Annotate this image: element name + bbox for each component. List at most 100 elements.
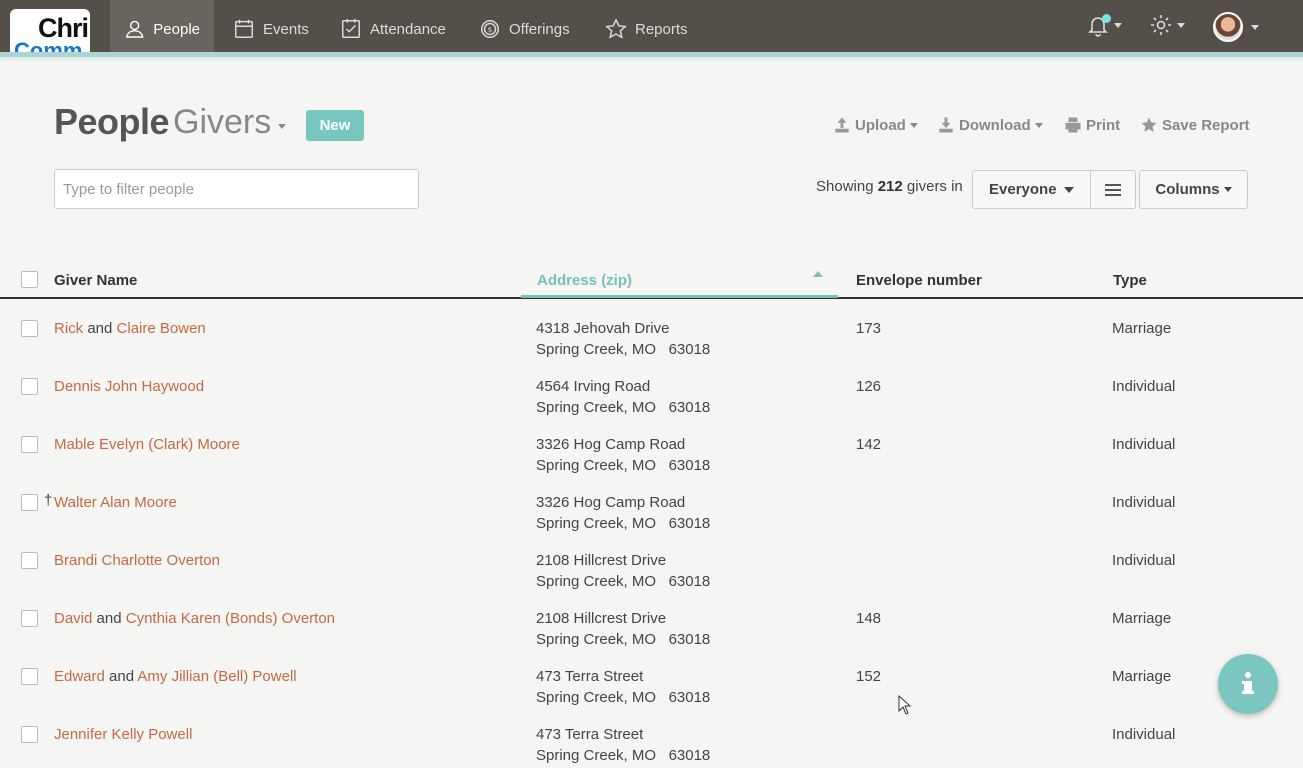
giver-name-link[interactable]: Amy Jillian (Bell) Powell [137,668,296,685]
address-street: 2108 Hillcrest Drive [536,552,667,569]
nav-people[interactable]: People [110,0,214,58]
address-city-zip: Spring Creek, MO 63018 [536,629,710,650]
nav-offerings[interactable]: $ Offerings [465,0,584,58]
address-city-zip: Spring Creek, MO 63018 [536,745,710,766]
info-icon [1242,672,1254,694]
giver-name-link[interactable]: Walter Alan Moore [54,494,177,511]
row-checkbox[interactable] [21,494,38,511]
avatar [1213,12,1243,42]
giver-name-link[interactable]: Brandi Charlotte Overton [54,552,220,569]
giver-name-link[interactable]: Rick [54,320,83,337]
address-city-zip: Spring Creek, MO 63018 [536,455,710,476]
giver-name-link[interactable]: Dennis John Haywood [54,378,204,395]
new-button[interactable]: New [306,110,364,141]
row-checkbox[interactable] [21,552,38,569]
top-nav-bar: Chri Comm People Events Attendance $ Off… [0,0,1303,58]
envelope-number-cell: 152 [856,668,882,685]
address-street: 473 Terra Street [536,726,644,743]
address-street: 4318 Jehovah Drive [536,320,670,337]
table-row: Mable Evelyn (Clark) Moore 3326 Hog Camp … [0,434,1303,492]
download-button[interactable]: Download [937,116,1043,134]
chevron-down-icon [1064,186,1074,193]
type-cell: Individual [1112,436,1176,453]
type-cell: Marriage [1112,610,1172,627]
address-city-zip: Spring Creek, MO 63018 [536,513,710,534]
table-row: Brandi Charlotte Overton 2108 Hillcrest D… [0,550,1303,608]
giver-name-link[interactable]: Jennifer Kelly Powell [54,726,192,743]
name-joiner: and [96,610,122,627]
row-checkbox[interactable] [21,610,38,627]
calendar-icon [235,19,253,38]
column-header-envelope-number[interactable]: Envelope number [856,272,982,289]
row-checkbox[interactable] [21,378,38,395]
giver-name-link[interactable]: Cynthia Karen (Bonds) Overton [126,610,335,627]
type-cell: Marriage [1112,320,1172,337]
giver-name-link[interactable]: Mable Evelyn (Clark) Moore [54,436,240,453]
printer-icon [1065,117,1081,133]
result-count: 212 [877,178,903,195]
name-joiner: and [109,668,135,685]
giver-name-link[interactable]: Edward [54,668,105,685]
giver-name-link[interactable]: David [54,610,92,627]
row-checkbox[interactable] [21,320,38,337]
columns-label: Columns [1155,181,1220,198]
summary-suffix: givers in [906,178,963,195]
sorted-column-indicator [521,295,838,298]
giver-name-link[interactable]: Claire Bowen [117,320,206,337]
chevron-down-icon[interactable] [278,124,286,129]
deceased-marker: † [44,492,53,509]
nav-reports[interactable]: Reports [591,0,702,58]
nav-shadow-stripe [0,57,1303,61]
giver-name-cell: Mable Evelyn (Clark) Moore [54,434,240,455]
nav-attendance-label: Attendance [370,20,446,38]
row-checkbox[interactable] [21,436,38,453]
address-city: Spring Creek, MO [536,631,657,648]
nav-events[interactable]: Events [219,0,323,58]
columns-button[interactable]: Columns [1139,170,1248,209]
address-zip: 63018 [668,515,711,532]
upload-button[interactable]: Upload [833,116,918,134]
address-cell: 2108 Hillcrest Drive Spring Creek, MO 630… [536,550,710,592]
nav-offerings-label: Offerings [509,20,570,38]
address-zip: 63018 [668,631,711,648]
svg-text:$: $ [488,25,493,34]
save-report-button[interactable]: Save Report [1140,116,1250,134]
notifications-button[interactable] [1086,12,1122,38]
column-header-giver-name[interactable]: Giver Name [54,272,137,289]
type-cell: Individual [1112,552,1176,569]
chevron-down-icon [1177,22,1185,28]
sort-ascending-icon [813,271,823,277]
app-logo[interactable]: Chri Comm [10,9,90,56]
results-summary: Showing 212 givers in [816,178,963,195]
list-view-button[interactable] [1091,170,1136,209]
user-menu-button[interactable] [1213,12,1259,42]
nav-people-label: People [153,20,200,38]
envelope-number-cell: 173 [856,320,882,337]
info-button[interactable] [1218,654,1278,714]
summary-prefix: Showing [816,178,874,195]
address-cell: 2108 Hillcrest Drive Spring Creek, MO 630… [536,608,710,650]
giver-name-cell: Rick and Claire Bowen [54,318,206,339]
list-icon [1105,183,1121,196]
report-type-dropdown[interactable]: Givers [173,103,271,142]
nav-attendance[interactable]: Attendance [326,0,460,58]
select-all-checkbox[interactable] [21,271,38,288]
column-header-type[interactable]: Type [1113,272,1147,289]
row-checkbox[interactable] [21,726,38,743]
address-city: Spring Creek, MO [536,457,657,474]
row-checkbox[interactable] [21,668,38,685]
chevron-down-icon [1034,122,1043,128]
table-header: Giver Name Address (zip) Envelope number… [0,262,1303,299]
address-city-zip: Spring Creek, MO 63018 [536,397,710,418]
address-cell: 3326 Hog Camp Road Spring Creek, MO 63018 [536,434,710,476]
group-select-dropdown[interactable]: Everyone [972,170,1091,209]
giver-name-cell: Jennifer Kelly Powell [54,724,192,745]
address-cell: 3326 Hog Camp Road Spring Creek, MO 63018 [536,492,710,534]
print-button[interactable]: Print [1064,116,1120,134]
giver-name-cell: Walter Alan Moore [54,492,177,513]
filter-people-input[interactable] [54,169,419,209]
column-header-address[interactable]: Address (zip) [537,272,632,289]
mouse-cursor-icon [898,695,912,715]
settings-button[interactable] [1149,12,1185,38]
chevron-down-icon [1251,24,1259,30]
